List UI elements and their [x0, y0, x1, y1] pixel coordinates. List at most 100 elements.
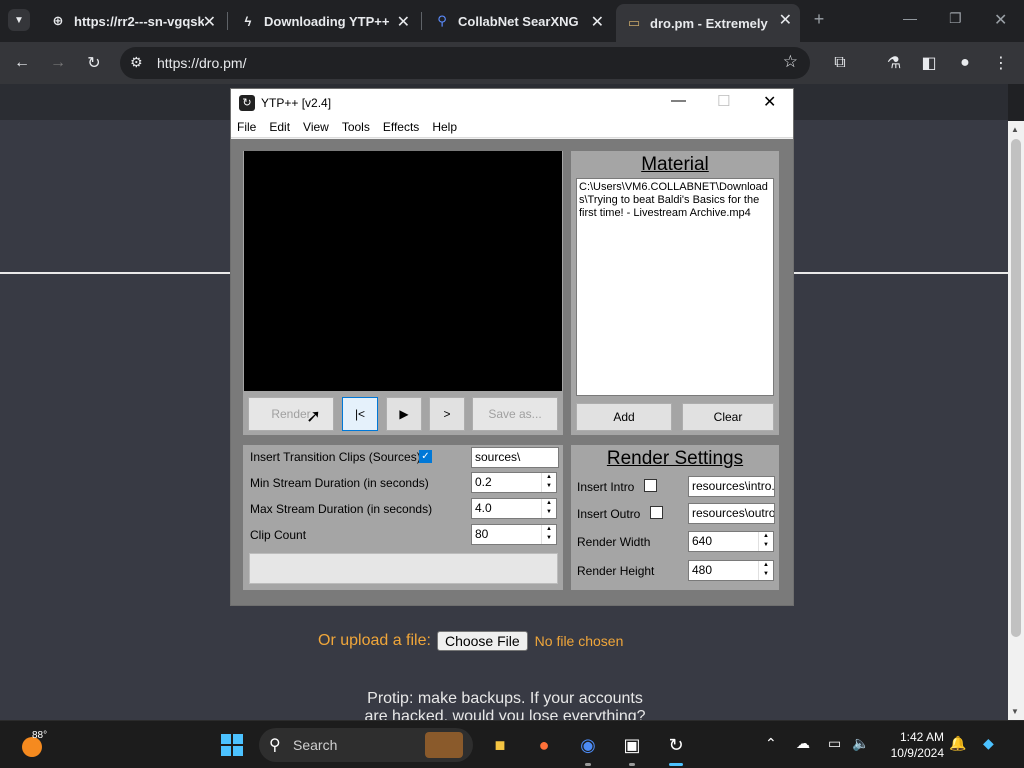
render-width-input[interactable]: 640 ▲ ▼	[688, 531, 774, 552]
ytp-close-button[interactable]: ✕	[763, 92, 776, 112]
url-text[interactable]: https://dro.pm/	[157, 55, 246, 71]
copilot-icon[interactable]: ◆	[983, 735, 994, 752]
save-as-button[interactable]: Save as...	[472, 397, 558, 431]
rewind-button[interactable]: |<	[342, 397, 378, 431]
chrome-icon[interactable]: ◉	[574, 731, 602, 759]
scroll-up-icon[interactable]: ▲	[1011, 125, 1019, 134]
tab-dro-pm[interactable]: ▭ dro.pm - Extremely Sh ✕	[616, 4, 800, 42]
choose-file-button[interactable]: Choose File	[436, 631, 528, 651]
address-bar[interactable]: ⚙ https://dro.pm/ ☆	[120, 47, 810, 79]
spinner-arrows-icon[interactable]: ▲ ▼	[758, 561, 773, 580]
menu-effects[interactable]: Effects	[383, 120, 419, 134]
bolt-icon: ϟ	[244, 13, 252, 29]
menu-tools[interactable]: Tools	[342, 120, 370, 134]
material-item[interactable]: C:\Users\VM6.COLLABNET\Downloads\Trying …	[579, 181, 771, 220]
menu-file[interactable]: File	[237, 120, 256, 134]
play-button[interactable]: ▶	[386, 397, 422, 431]
spinner-arrows-icon[interactable]: ▲ ▼	[541, 525, 556, 544]
close-icon[interactable]: ✕	[397, 12, 410, 32]
scroll-down-icon[interactable]: ▼	[1011, 707, 1019, 716]
max-duration-input[interactable]: 4.0 ▲ ▼	[471, 498, 557, 519]
tab-divider	[421, 12, 422, 30]
insert-outro-label: Insert Outro	[577, 507, 641, 521]
protip-text: Protip: make backups. If your accounts a…	[364, 690, 646, 720]
labs-flask-icon[interactable]: ⚗	[883, 52, 905, 74]
spinner-arrows-icon[interactable]: ▲ ▼	[541, 473, 556, 492]
render-width-label: Render Width	[577, 535, 651, 549]
insert-intro-label: Insert Intro	[577, 480, 635, 494]
active-indicator	[669, 763, 683, 766]
ytp-taskbar-icon[interactable]: ↻	[662, 731, 690, 759]
material-list[interactable]: C:\Users\VM6.COLLABNET\Downloads\Trying …	[576, 178, 774, 396]
add-button[interactable]: Add	[576, 403, 672, 431]
render-height-input[interactable]: 480 ▲ ▼	[688, 560, 774, 581]
render-settings-panel: Render Settings Insert Intro resources\i…	[571, 445, 779, 590]
player-panel: Render |< ▶ > Save as...	[243, 151, 563, 435]
upload-row: Or upload a file: Choose File No file ch…	[318, 631, 623, 651]
tab-divider	[227, 12, 228, 30]
tab-downloading-ytp[interactable]: ϟ Downloading YTP++ ✕	[230, 6, 418, 36]
back-arrow-icon[interactable]: ←	[11, 52, 33, 74]
search-placeholder[interactable]: Search	[293, 737, 337, 753]
close-icon[interactable]: ✕	[779, 10, 792, 30]
transition-checkbox[interactable]: ✓	[419, 450, 432, 463]
temperature: 88°	[32, 730, 48, 741]
transition-sources-input[interactable]: sources\	[471, 447, 559, 468]
extensions-icon[interactable]: ⧉	[829, 52, 851, 74]
clip-count-label: Clip Count	[250, 528, 307, 542]
close-window-button[interactable]: ✕	[994, 10, 1007, 30]
intro-path-input[interactable]: resources\intro.m	[688, 476, 775, 497]
spinner-arrows-icon[interactable]: ▲ ▼	[541, 499, 556, 518]
close-icon[interactable]: ✕	[203, 12, 216, 32]
scrollbar-thumb[interactable]	[1011, 139, 1021, 637]
new-tab-button[interactable]: +	[808, 8, 830, 30]
ytp-maximize-button[interactable]: ☐	[717, 92, 730, 110]
insert-outro-checkbox[interactable]	[650, 506, 663, 519]
restore-button[interactable]: ❐	[949, 10, 962, 27]
next-button[interactable]: >	[429, 397, 465, 431]
site-settings-icon[interactable]: ⚙	[130, 54, 143, 71]
no-file-label: No file chosen	[534, 633, 624, 649]
notification-bell-icon[interactable]: 🔔	[949, 735, 966, 752]
insert-intro-checkbox[interactable]	[644, 479, 657, 492]
firefox-icon[interactable]: ●	[530, 731, 558, 759]
bookmark-star-icon[interactable]: ☆	[783, 52, 798, 72]
ytp-titlebar: ↻ YTP++ [v2.4] — ☐ ✕	[231, 89, 793, 117]
ytp-client-area: Render |< ▶ > Save as... Material C:\Use…	[231, 139, 793, 605]
windows-start-icon[interactable]	[221, 734, 243, 756]
tray-overflow-icon[interactable]: ⌃	[765, 735, 777, 752]
tab-collabnet-searxng[interactable]: ⚲ CollabNet SearXNG ✕	[424, 6, 612, 36]
material-title: Material	[641, 154, 709, 175]
menu-edit[interactable]: Edit	[269, 120, 290, 134]
side-panel-icon[interactable]: ◧	[918, 52, 940, 74]
spinner-arrows-icon[interactable]: ▲ ▼	[758, 532, 773, 551]
taskbar-search[interactable]: ⚲ Search	[259, 728, 473, 762]
render-height-label: Render Height	[577, 564, 655, 578]
network-icon[interactable]: ☁	[796, 735, 810, 752]
menu-view[interactable]: View	[303, 120, 329, 134]
render-button[interactable]: Render	[248, 397, 334, 431]
settings-panel: Insert Transition Clips (Sources) ✓ sour…	[243, 445, 563, 590]
max-duration-label: Max Stream Duration (in seconds)	[250, 502, 433, 516]
tab-search-button[interactable]: ▼	[8, 9, 30, 31]
terminal-icon[interactable]: ▣	[618, 731, 646, 759]
minimize-button[interactable]: —	[903, 10, 917, 26]
clear-button[interactable]: Clear	[682, 403, 774, 431]
tab-rr2[interactable]: ⊕ https://rr2---sn-vgqsk ✕	[40, 6, 224, 36]
menu-help[interactable]: Help	[432, 120, 457, 134]
search-icon: ⚲	[437, 13, 447, 28]
menu-dots-icon[interactable]: ⋮	[990, 52, 1012, 74]
reload-icon[interactable]: ↻	[83, 52, 105, 74]
file-explorer-icon[interactable]: ■	[486, 731, 514, 759]
system-clock[interactable]: 1:42 AM 10/9/2024	[884, 729, 944, 761]
close-icon[interactable]: ✕	[591, 12, 604, 32]
profile-avatar-icon[interactable]: ●	[954, 52, 976, 74]
ytp-minimize-button[interactable]: —	[671, 92, 686, 109]
forward-arrow-icon[interactable]: →	[47, 52, 69, 74]
clip-count-input[interactable]: 80 ▲ ▼	[471, 524, 557, 545]
volume-icon[interactable]: 🔈	[852, 735, 869, 752]
display-icon[interactable]: ▭	[828, 735, 841, 752]
page-scrollbar[interactable]: ▲ ▼	[1008, 121, 1024, 720]
min-duration-input[interactable]: 0.2 ▲ ▼	[471, 472, 557, 493]
outro-path-input[interactable]: resources\outro.	[688, 503, 775, 524]
